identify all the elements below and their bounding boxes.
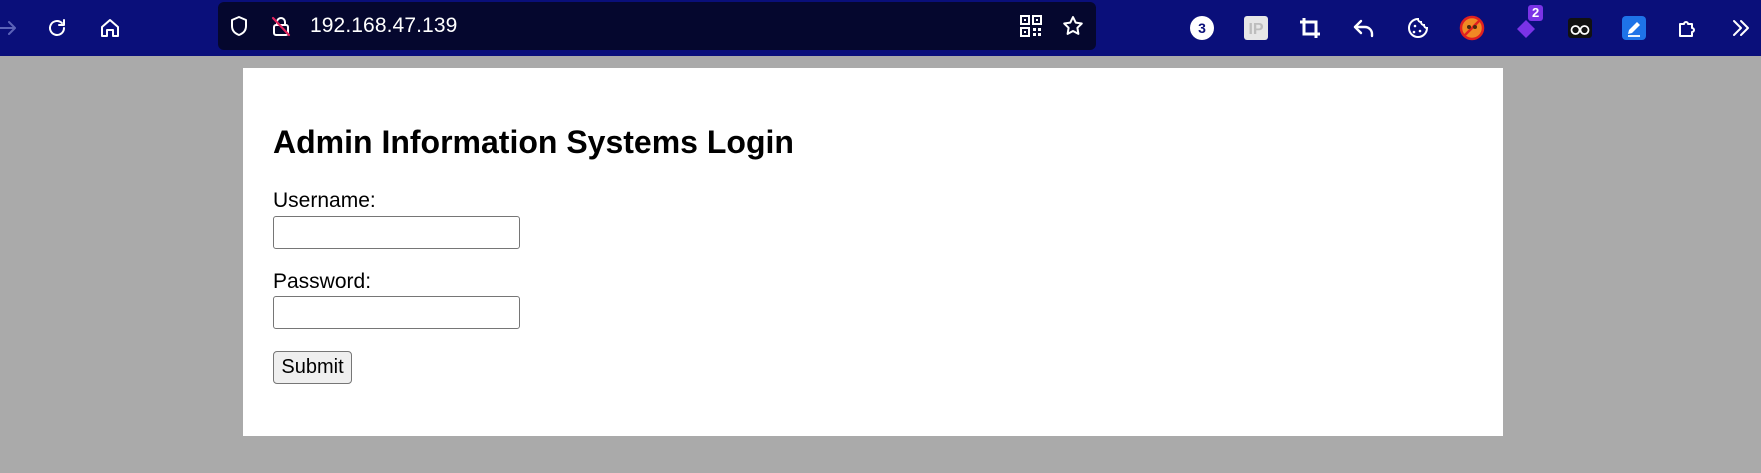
- page-title: Admin Information Systems Login: [273, 124, 794, 160]
- url-bar[interactable]: 192.168.47.139: [218, 2, 1096, 50]
- forward-arrow-icon[interactable]: [0, 10, 26, 46]
- insecure-lock-icon[interactable]: [267, 12, 295, 40]
- counter-badge-text: 3: [1198, 20, 1206, 36]
- ip-icon[interactable]: IP: [1238, 10, 1274, 46]
- ip-text: IP: [1248, 21, 1263, 38]
- qr-code-icon[interactable]: [1017, 12, 1045, 40]
- bookmark-star-icon[interactable]: [1059, 12, 1087, 40]
- username-input[interactable]: [273, 216, 520, 249]
- counter-badge-icon[interactable]: 3: [1184, 10, 1220, 46]
- shield-icon[interactable]: [225, 12, 253, 40]
- crop-icon[interactable]: [1292, 10, 1328, 46]
- browser-toolbar: 192.168.47.139 3 IP 2: [0, 0, 1761, 56]
- password-label: Password:: [273, 270, 372, 293]
- glasses-icon[interactable]: [1562, 10, 1598, 46]
- home-icon[interactable]: [92, 10, 128, 46]
- edit-icon[interactable]: [1616, 10, 1652, 46]
- username-label: Username:: [273, 189, 376, 212]
- reload-icon[interactable]: [39, 10, 75, 46]
- purple-extension-icon[interactable]: 2: [1508, 5, 1544, 46]
- overflow-chevron-icon[interactable]: [1723, 10, 1759, 46]
- undo-arrow-icon[interactable]: [1346, 10, 1382, 46]
- blocked-extension-icon[interactable]: [1454, 10, 1490, 46]
- url-text[interactable]: 192.168.47.139: [310, 14, 457, 38]
- extensions-puzzle-icon[interactable]: [1670, 10, 1706, 46]
- login-panel: Admin Information Systems Login Username…: [243, 68, 1503, 436]
- purple-extension-badge: 2: [1528, 5, 1544, 21]
- password-input[interactable]: [273, 296, 520, 329]
- cookie-icon[interactable]: [1400, 10, 1436, 46]
- submit-button[interactable]: Submit: [273, 351, 352, 384]
